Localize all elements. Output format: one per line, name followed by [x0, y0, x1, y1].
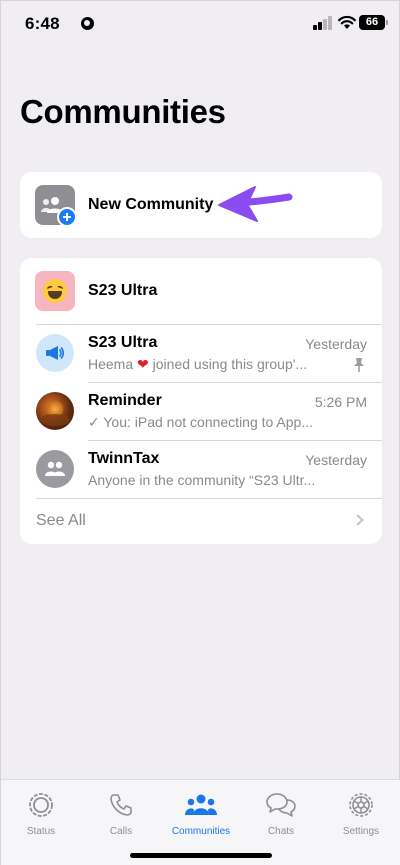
pin-icon [354, 358, 364, 372]
signal-icon [313, 16, 333, 30]
see-all-button[interactable]: See All [36, 512, 86, 530]
home-indicator [130, 853, 272, 858]
avatar [36, 392, 74, 430]
tab-label: Settings [342, 826, 380, 837]
chat-preview: ✓ You: iPad not connecting to App... [88, 414, 314, 430]
chat-time: 5:26 PM [314, 394, 367, 410]
status-icon [29, 793, 53, 817]
communities-icon [185, 794, 217, 815]
heart-icon: ❤ [137, 356, 149, 372]
tab-settings[interactable]: Settings [321, 790, 400, 837]
community-name: S23 Ultra [88, 282, 158, 299]
chat-time: Yesterday [305, 452, 367, 468]
location-icon [81, 17, 94, 30]
chat-name: Reminder [88, 392, 162, 409]
chat-name: TwinnTax [88, 450, 160, 467]
tab-label: Calls [109, 826, 133, 837]
laughing-emoji-icon [43, 279, 67, 303]
chat-time: Yesterday [305, 336, 367, 352]
annotation-arrow [218, 186, 293, 222]
phone-icon [110, 794, 132, 816]
tab-communities[interactable]: Communities [161, 790, 241, 837]
tab-status[interactable]: Status [1, 790, 81, 837]
community-card: S23 Ultra S23 Ultra Yesterday Heema ❤ jo… [20, 258, 382, 544]
page-title: Communities [20, 93, 226, 130]
tab-label: Status [26, 826, 56, 837]
plus-icon [57, 207, 77, 227]
new-community-button[interactable]: New Community [20, 172, 382, 238]
status-bar: 6:48 66 [1, 1, 400, 49]
community-header[interactable]: S23 Ultra [20, 258, 382, 324]
gear-icon [349, 793, 373, 817]
chat-row-announcements[interactable]: S23 Ultra Yesterday Heema ❤ joined using… [20, 325, 382, 383]
wifi-icon [338, 15, 356, 29]
megaphone-icon [36, 334, 74, 372]
tab-chats[interactable]: Chats [241, 790, 321, 837]
group-icon [36, 450, 74, 488]
chat-name: S23 Ultra [88, 334, 158, 351]
battery-indicator: 66 [359, 15, 388, 30]
tab-label: Communities [171, 826, 231, 837]
new-community-label: New Community [88, 196, 214, 213]
tab-calls[interactable]: Calls [81, 790, 161, 837]
chat-row-reminder[interactable]: Reminder 5:26 PM ✓ You: iPad not connect… [20, 383, 382, 441]
chevron-right-icon [352, 514, 364, 526]
tab-label: Chats [267, 826, 295, 837]
divider [36, 498, 382, 499]
chat-preview: Anyone in the community “S23 Ultr... [88, 472, 316, 488]
chat-preview: Heema ❤ joined using this group'... [88, 356, 308, 372]
status-time: 6:48 [25, 14, 60, 33]
chat-row-twinntax[interactable]: TwinnTax Yesterday Anyone in the communi… [20, 441, 382, 499]
new-community-icon [35, 185, 77, 227]
chat-bubbles-icon [266, 793, 296, 817]
community-avatar [35, 271, 75, 311]
